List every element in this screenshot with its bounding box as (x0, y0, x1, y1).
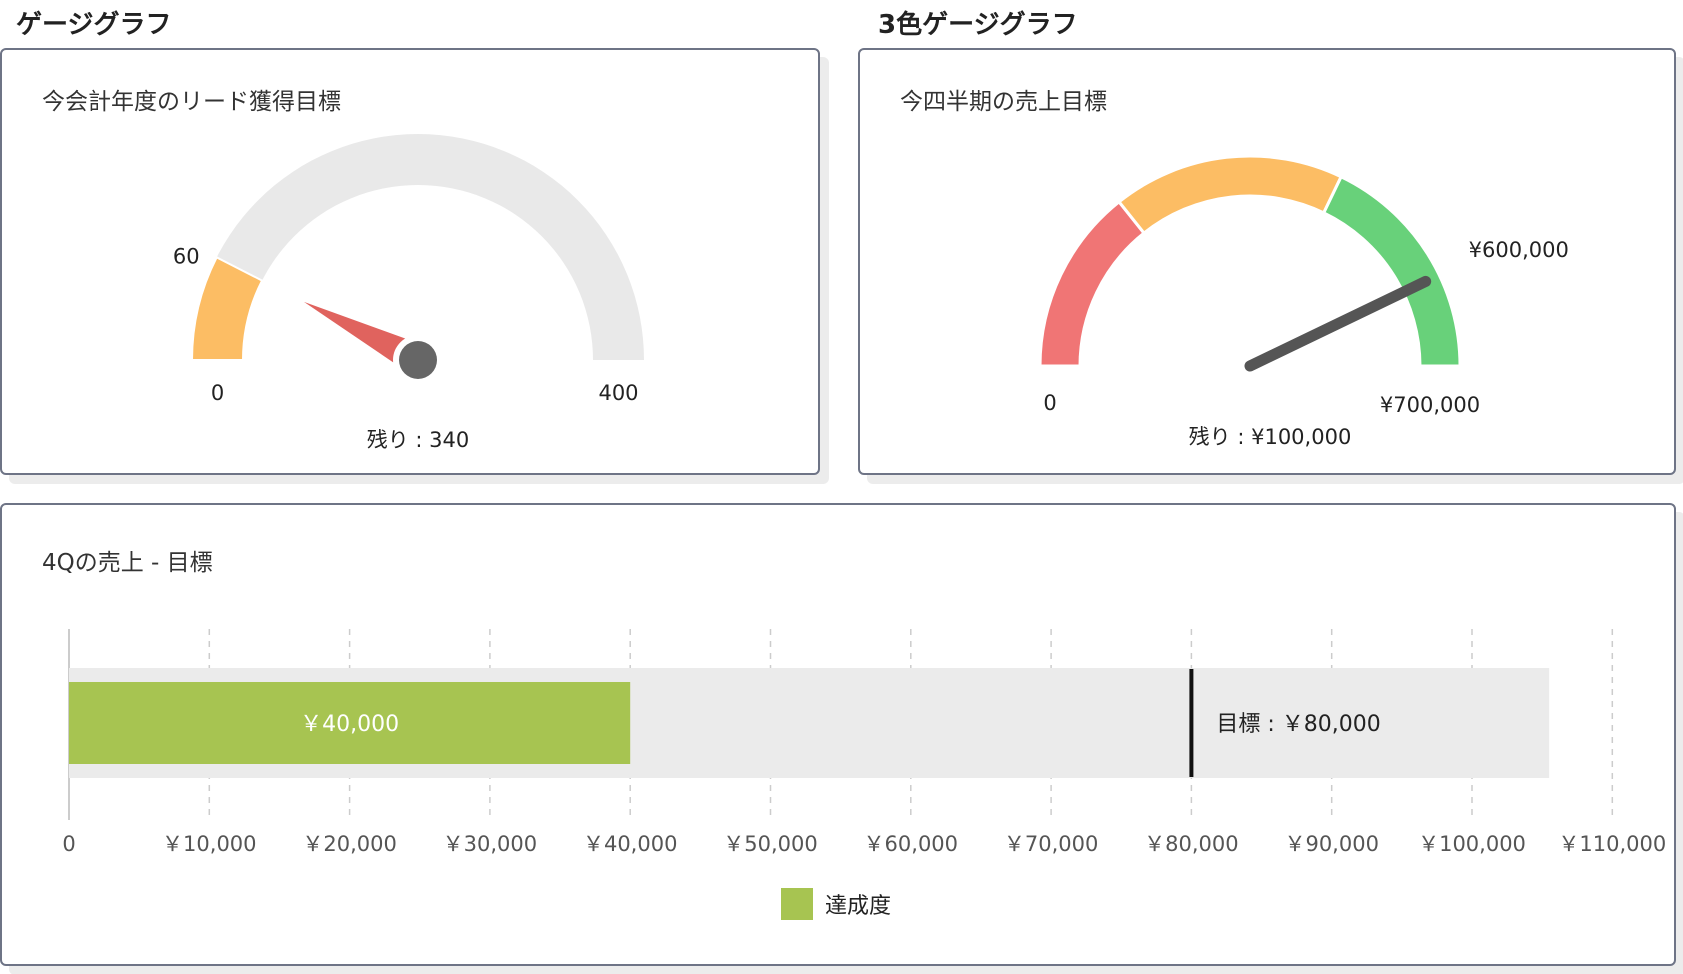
bar-value-label: ￥40,000 (300, 712, 399, 737)
gauge-remaining-label: 残り : 340 (367, 428, 470, 452)
gauge-min-label: 0 (1043, 391, 1056, 415)
sales-gauge-card: 今四半期の売上目標 0 ¥700,000 ¥600,000 残り : ¥100,… (858, 48, 1676, 475)
legend-swatch (781, 888, 813, 920)
gauge-track (192, 134, 644, 360)
bar-target-label: 目標 : ￥80,000 (1216, 712, 1380, 737)
gauge-band-orange (1116, 154, 1344, 236)
sales-gauge-chart: 0 ¥700,000 ¥600,000 残り : ¥100,000 (1038, 154, 1569, 449)
bar-tick-labels: 0 ￥10,000 ￥20,000 ￥30,000 ￥40,000 ￥50,000 ￥60,… (62, 832, 1666, 856)
lead-gauge-card: 今会計年度のリード獲得目標 0 400 60 残り : 340 (0, 48, 820, 475)
tick-label: ￥60,000 (864, 832, 958, 856)
gauge-band-green (1321, 174, 1462, 368)
tick-label: ￥70,000 (1004, 832, 1098, 856)
gauge-remaining-label: 残り : ¥100,000 (1189, 425, 1352, 449)
tick-label: ￥30,000 (443, 832, 537, 856)
lead-gauge-chart: 0 400 60 残り : 340 (173, 134, 644, 452)
gauge-value-label: 60 (173, 244, 200, 268)
gauge-band-red (1038, 199, 1147, 368)
gauge-max-label: 400 (598, 381, 638, 405)
tick-label: ￥90,000 (1284, 832, 1378, 856)
q4-sales-card: 4Qの売上 - 目標 ￥40,000 目標 : ￥80,000 0 ￥10,000… (0, 503, 1676, 966)
tick-label: ￥50,000 (723, 832, 817, 856)
three-color-gauge-section-title: 3色ゲージグラフ (878, 10, 1078, 40)
tick-label: ￥100,000 (1418, 832, 1526, 856)
gauge-section-title: ゲージグラフ (16, 10, 172, 40)
gauge-needle (1244, 275, 1432, 372)
gauge-min-label: 0 (211, 381, 224, 405)
tick-label: ￥110,000 (1558, 832, 1666, 856)
tick-label: ￥40,000 (583, 832, 677, 856)
tick-label: 0 (62, 832, 75, 856)
tick-label: ￥20,000 (302, 832, 396, 856)
q4-sales-bar-chart: ￥40,000 目標 : ￥80,000 0 ￥10,000 ￥20,000 ￥30,… (62, 629, 1666, 920)
gauge-needle-hub (399, 341, 437, 379)
gauge-value-label: ¥600,000 (1469, 238, 1569, 262)
gauge-max-label: ¥700,000 (1380, 393, 1480, 417)
tick-label: ￥10,000 (162, 832, 256, 856)
tick-label: ￥80,000 (1144, 832, 1238, 856)
legend-label: 達成度 (825, 894, 891, 919)
